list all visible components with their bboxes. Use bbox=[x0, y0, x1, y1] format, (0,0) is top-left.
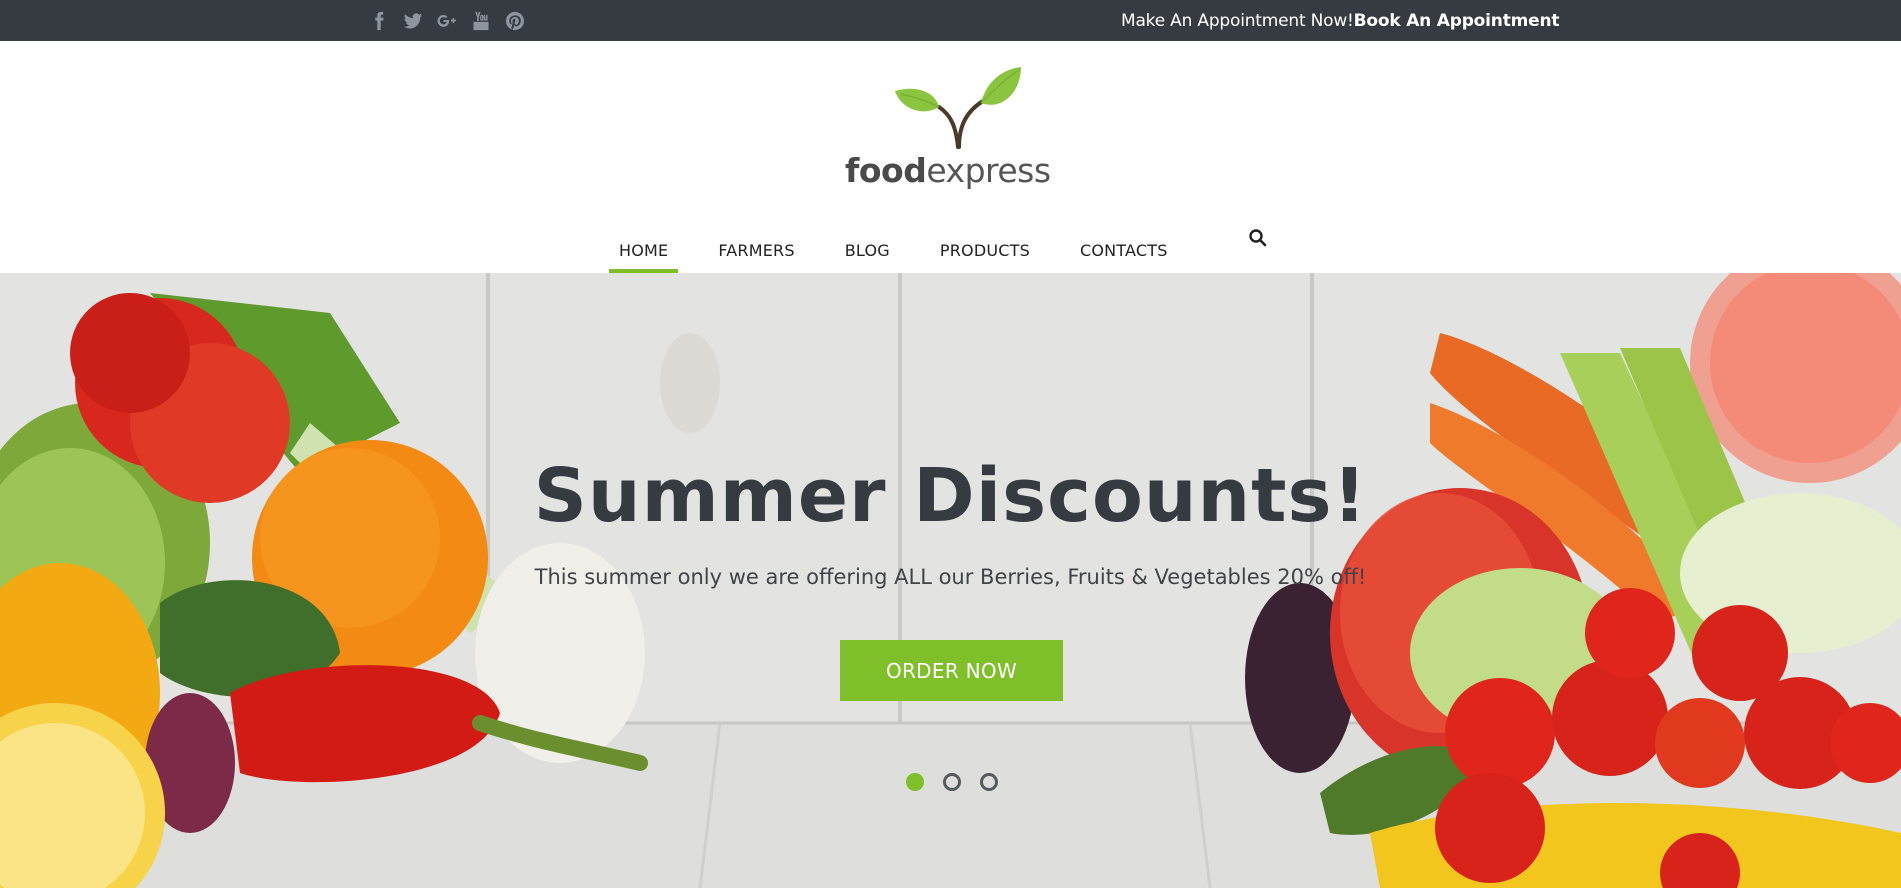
hero-slider: Summer Discounts! This summer only we ar… bbox=[0, 273, 1901, 888]
slider-dot-1[interactable] bbox=[906, 773, 924, 791]
youtube-icon[interactable] bbox=[464, 0, 498, 41]
slider-dot-3[interactable] bbox=[980, 773, 998, 791]
nav-item-contacts[interactable]: CONTACTS bbox=[1070, 227, 1178, 273]
hero-title: Summer Discounts! bbox=[533, 453, 1368, 539]
site-header: foodexpress HOME FARMERS BLOG PRODUCTS C… bbox=[0, 41, 1901, 273]
logo-text-bold: food bbox=[845, 151, 927, 190]
top-bar: Make An Appointment Now! Book An Appoint… bbox=[0, 0, 1901, 41]
appointment-bar: Make An Appointment Now! Book An Appoint… bbox=[1121, 0, 1559, 41]
nav-item-blog[interactable]: BLOG bbox=[835, 227, 900, 273]
search-icon[interactable] bbox=[1248, 228, 1268, 248]
google-plus-icon[interactable] bbox=[430, 0, 464, 41]
social-links bbox=[362, 0, 532, 41]
facebook-icon[interactable] bbox=[362, 0, 396, 41]
slider-dot-2[interactable] bbox=[943, 773, 961, 791]
leaves-icon bbox=[895, 67, 1021, 149]
logo-text: foodexpress bbox=[845, 151, 1051, 190]
logo[interactable]: foodexpress bbox=[845, 67, 1051, 197]
pinterest-icon[interactable] bbox=[498, 0, 532, 41]
slider-pagination bbox=[906, 773, 998, 791]
hero-subtitle: This summer only we are offering ALL our… bbox=[534, 565, 1367, 589]
book-appointment-link[interactable]: Book An Appointment bbox=[1354, 11, 1560, 31]
nav-item-home[interactable]: HOME bbox=[609, 227, 679, 273]
twitter-icon[interactable] bbox=[396, 0, 430, 41]
appointment-text: Make An Appointment Now! bbox=[1121, 10, 1354, 31]
nav-item-farmers[interactable]: FARMERS bbox=[708, 227, 804, 273]
main-nav: HOME FARMERS BLOG PRODUCTS CONTACTS bbox=[609, 227, 1178, 273]
order-now-button[interactable]: ORDER NOW bbox=[840, 640, 1063, 701]
logo-text-thin: express bbox=[926, 151, 1051, 190]
nav-item-products[interactable]: PRODUCTS bbox=[930, 227, 1040, 273]
